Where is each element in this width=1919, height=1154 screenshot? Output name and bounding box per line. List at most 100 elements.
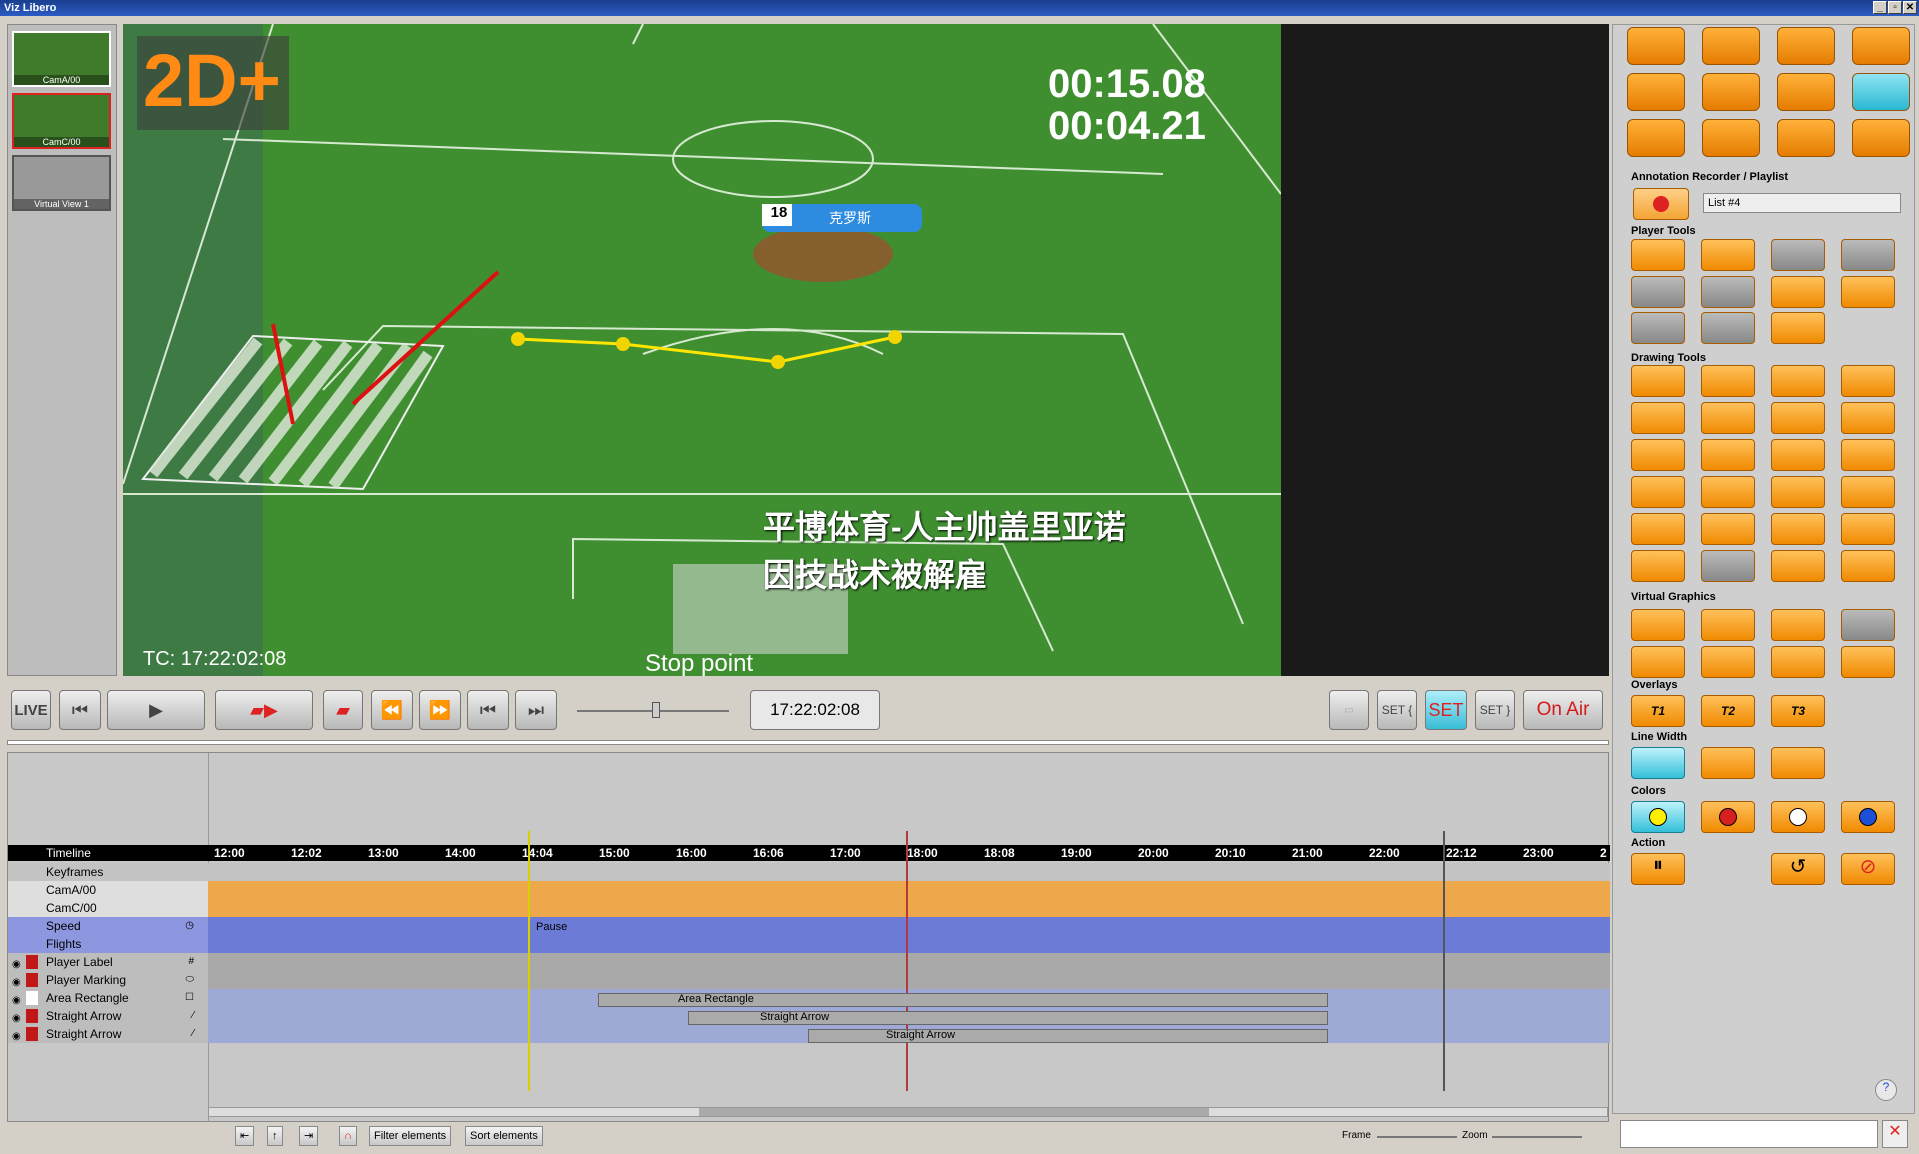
- virtual-graphic-icon[interactable]: [1771, 646, 1825, 678]
- drawing-tool-icon[interactable]: [1631, 550, 1685, 582]
- step-forward-icon[interactable]: ⏭: [515, 690, 557, 730]
- mode-button-icon[interactable]: [1852, 119, 1910, 157]
- playhead-red[interactable]: [906, 831, 908, 1091]
- track-color-swatch[interactable]: [26, 955, 38, 969]
- drawing-tool-icon[interactable]: [1771, 476, 1825, 508]
- drawing-tool-icon[interactable]: [1701, 513, 1755, 545]
- player-tool-icon[interactable]: [1701, 276, 1755, 308]
- track-label[interactable]: CamC/00: [8, 899, 208, 917]
- drawing-tool-icon[interactable]: [1841, 439, 1895, 471]
- mode-button-icon[interactable]: [1702, 73, 1760, 111]
- mode-button-icon[interactable]: [1627, 27, 1685, 65]
- overlay-button[interactable]: T1: [1631, 695, 1685, 727]
- play-icon[interactable]: ▶: [107, 690, 205, 730]
- magnet-icon[interactable]: ∩: [339, 1126, 357, 1146]
- drawing-tool-icon[interactable]: [1841, 513, 1895, 545]
- player-tool-icon[interactable]: [1701, 312, 1755, 344]
- mode-button-icon[interactable]: [1777, 73, 1835, 111]
- player-tool-icon[interactable]: [1631, 312, 1685, 344]
- thumbnail-virtual-view[interactable]: Virtual View 1: [12, 155, 111, 211]
- play-keyframe-icon[interactable]: ▰▶: [215, 690, 313, 730]
- set-in-button[interactable]: SET {: [1377, 690, 1417, 730]
- player-tool-icon[interactable]: [1771, 312, 1825, 344]
- mode-button-icon[interactable]: [1777, 119, 1835, 157]
- drawing-tool-icon[interactable]: [1841, 402, 1895, 434]
- mode-button-icon[interactable]: [1627, 119, 1685, 157]
- player-tool-icon[interactable]: [1771, 276, 1825, 308]
- color-button[interactable]: [1701, 801, 1755, 833]
- on-air-button[interactable]: On Air: [1523, 690, 1603, 730]
- undo-icon[interactable]: ↺: [1771, 853, 1825, 885]
- zoom-slider[interactable]: [1492, 1136, 1582, 1138]
- playhead-yellow[interactable]: [528, 831, 530, 1091]
- virtual-graphic-icon[interactable]: [1631, 609, 1685, 641]
- overlay-button[interactable]: T3: [1771, 695, 1825, 727]
- up-icon[interactable]: ↑: [267, 1126, 283, 1146]
- track-lane[interactable]: [208, 899, 1610, 917]
- drawing-tool-icon[interactable]: [1701, 402, 1755, 434]
- pause-clip-label[interactable]: Pause: [536, 921, 567, 933]
- drawing-tool-icon[interactable]: [1701, 365, 1755, 397]
- eye-icon[interactable]: ◉: [12, 1028, 21, 1046]
- video-viewport[interactable]: 2D+ 00:15.08 00:04.21 18 克罗斯 平博体育-人主帅盖里亚…: [123, 24, 1281, 676]
- track-color-swatch[interactable]: [26, 991, 38, 1005]
- player-tool-icon[interactable]: [1631, 239, 1685, 271]
- virtual-graphic-icon[interactable]: [1701, 646, 1755, 678]
- scrub-slider[interactable]: [577, 702, 729, 718]
- filter-elements-dropdown[interactable]: Filter elements: [369, 1126, 452, 1146]
- player-tool-icon[interactable]: [1841, 276, 1895, 308]
- overlay-button[interactable]: T2: [1701, 695, 1755, 727]
- color-button[interactable]: [1631, 801, 1685, 833]
- track-label[interactable]: Keyframes: [8, 863, 208, 881]
- step-back-icon[interactable]: ⏮: [467, 690, 509, 730]
- player-tool-icon[interactable]: [1841, 239, 1895, 271]
- track-label[interactable]: CamA/00: [8, 881, 208, 899]
- scrub-handle[interactable]: [652, 702, 660, 718]
- virtual-graphic-icon[interactable]: [1841, 609, 1895, 641]
- clear-icon[interactable]: ✕: [1882, 1120, 1908, 1148]
- virtual-graphic-icon[interactable]: [1841, 646, 1895, 678]
- track-label[interactable]: Straight Arrow ◉ ⁄: [8, 1007, 208, 1025]
- track-lane[interactable]: [208, 935, 1610, 953]
- track-lane[interactable]: [208, 917, 1610, 935]
- playhead-grey[interactable]: [1443, 831, 1445, 1091]
- record-icon[interactable]: ▭: [1329, 690, 1369, 730]
- live-button[interactable]: LIVE: [11, 690, 51, 730]
- drawing-tool-icon[interactable]: [1701, 439, 1755, 471]
- record-button[interactable]: [1633, 188, 1689, 220]
- track-lane[interactable]: [208, 953, 1610, 971]
- track-label[interactable]: Flights: [8, 935, 208, 953]
- playlist-select[interactable]: List #4: [1703, 193, 1901, 213]
- mode-button-icon[interactable]: [1627, 73, 1685, 111]
- rewind-icon[interactable]: ⏪: [371, 690, 413, 730]
- help-icon[interactable]: ?: [1875, 1079, 1897, 1101]
- thumbnail-cama[interactable]: CamA/00: [12, 31, 111, 87]
- jump-end-icon[interactable]: ⇥: [299, 1126, 319, 1146]
- mode-button-icon[interactable]: [1777, 27, 1835, 65]
- minimize-button[interactable]: _: [1873, 1, 1887, 14]
- drawing-tool-icon[interactable]: [1631, 402, 1685, 434]
- mode-button-icon[interactable]: [1852, 73, 1910, 111]
- line-width-button[interactable]: [1771, 747, 1825, 779]
- pause-icon[interactable]: ⏸: [1631, 853, 1685, 885]
- search-input[interactable]: [1620, 1120, 1878, 1148]
- drawing-tool-icon[interactable]: [1771, 439, 1825, 471]
- color-button[interactable]: [1771, 801, 1825, 833]
- drawing-tool-icon[interactable]: [1631, 439, 1685, 471]
- drawing-tool-icon[interactable]: [1771, 402, 1825, 434]
- track-color-swatch[interactable]: [26, 973, 38, 987]
- drawing-tool-icon[interactable]: [1701, 550, 1755, 582]
- fast-forward-icon[interactable]: ⏩: [419, 690, 461, 730]
- drawing-tool-icon[interactable]: [1701, 476, 1755, 508]
- drawing-tool-icon[interactable]: [1631, 476, 1685, 508]
- drawing-tool-icon[interactable]: [1771, 550, 1825, 582]
- track-label[interactable]: Speed ◷: [8, 917, 208, 935]
- track-label[interactable]: Player Marking ◉ ⬭: [8, 971, 208, 989]
- track-label[interactable]: Straight Arrow ◉ ⁄: [8, 1025, 208, 1043]
- drawing-tool-icon[interactable]: [1841, 550, 1895, 582]
- restore-button[interactable]: ▫: [1888, 1, 1902, 14]
- timeline-scrollbar[interactable]: [208, 1107, 1608, 1117]
- track-lane[interactable]: [208, 881, 1610, 899]
- line-width-button[interactable]: [1631, 747, 1685, 779]
- drawing-tool-icon[interactable]: [1771, 513, 1825, 545]
